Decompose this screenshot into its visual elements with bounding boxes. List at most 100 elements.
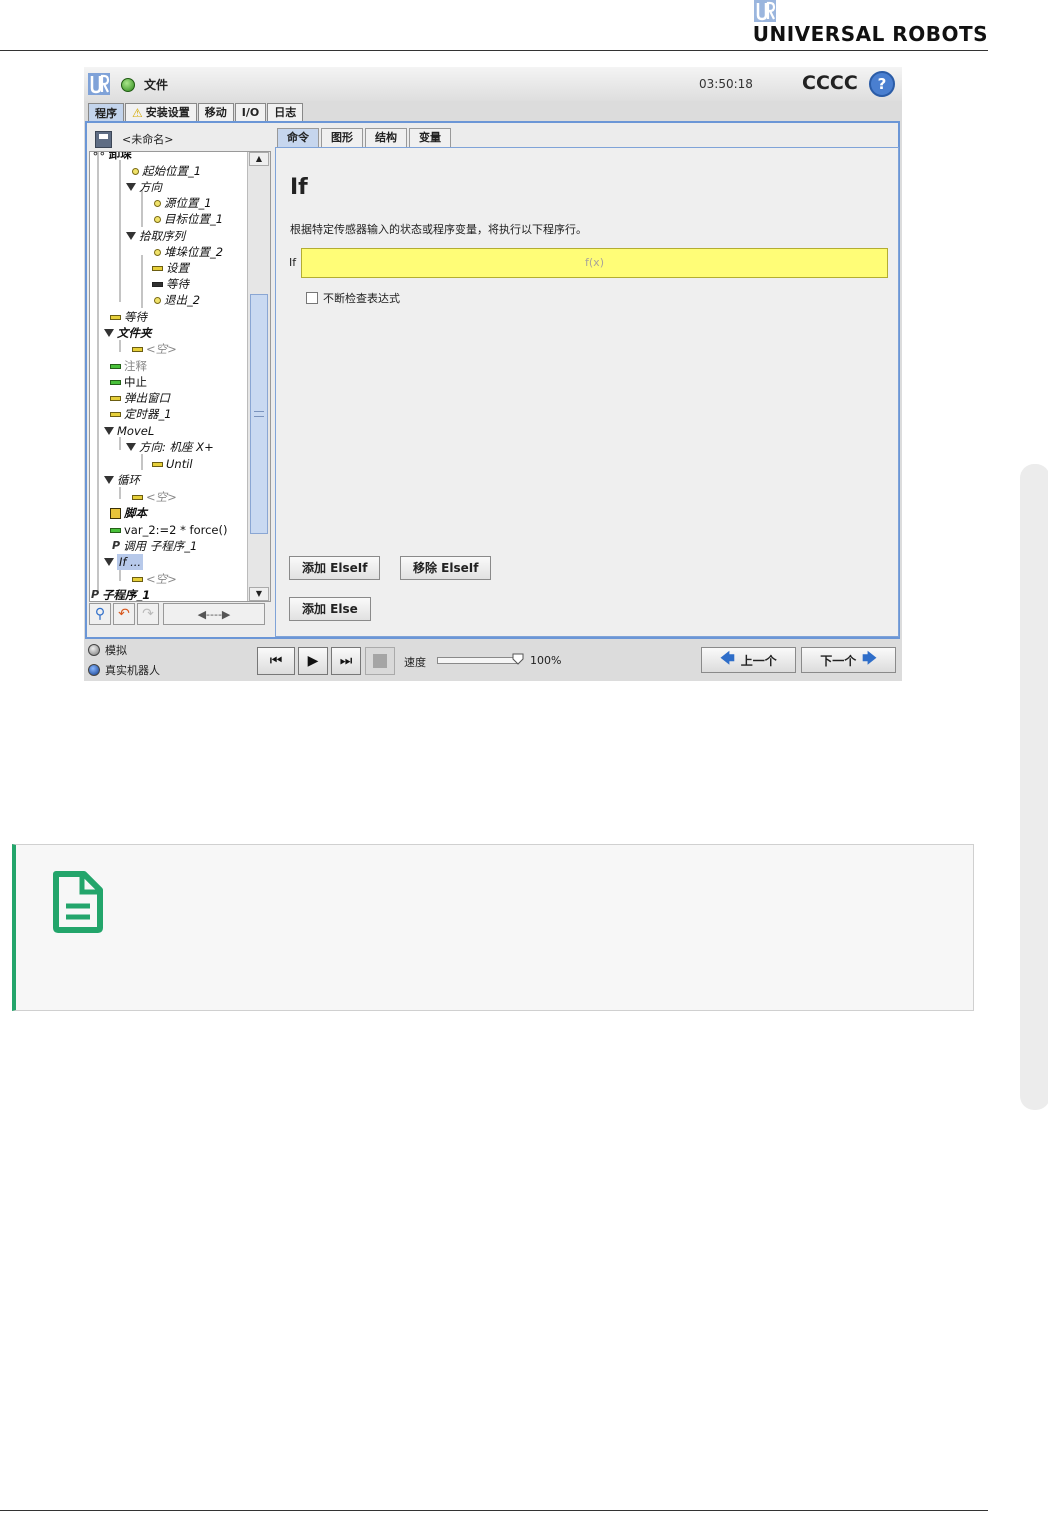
- tab-command[interactable]: 命令: [277, 128, 319, 147]
- tree-item-if[interactable]: If ...: [104, 554, 144, 570]
- tab-variables[interactable]: 变量: [409, 128, 451, 147]
- tab-move[interactable]: 移动: [197, 103, 234, 122]
- tree-item-subprogram[interactable]: P 子程序_1: [91, 587, 150, 601]
- tree-item-label: 退出_2: [164, 293, 201, 307]
- tree-item-movel[interactable]: MoveL: [104, 423, 154, 439]
- help-button[interactable]: ?: [869, 71, 895, 97]
- folder-triangle-icon: [126, 232, 136, 240]
- speed-value: 100%: [530, 654, 562, 667]
- rewind-icon: ⏮: [269, 653, 283, 669]
- tree-item-folder[interactable]: 文件夹: [104, 325, 152, 341]
- previous-button[interactable]: 🡄 上一个: [701, 647, 796, 673]
- continuous-check-checkbox[interactable]: [306, 292, 318, 304]
- tree-item-label: 目标位置_1: [164, 212, 224, 226]
- command-icon: [152, 461, 163, 467]
- tree-item-label: 方向: [139, 180, 162, 194]
- redo-icon[interactable]: ↷: [137, 603, 159, 625]
- tree-item-start-position[interactable]: 起始位置_1: [132, 163, 201, 179]
- tree-item-assignment[interactable]: var_2:=2 * force(): [110, 522, 227, 538]
- speed-thumb-icon[interactable]: [512, 653, 524, 665]
- move-node-icon[interactable]: ◀----▶: [163, 603, 265, 625]
- waypoint-icon: [154, 296, 161, 304]
- tree-item-label: var_2:=2 * force(): [124, 523, 228, 537]
- arrow-right-icon: 🡆: [862, 651, 877, 667]
- add-elseif-button[interactable]: 添加 ElseIf: [289, 556, 381, 580]
- tab-installation[interactable]: ⚠ 安装设置: [125, 103, 197, 122]
- step-button[interactable]: ⏭: [331, 647, 361, 675]
- tree-item-loop[interactable]: 循环: [104, 472, 140, 488]
- tree-item-target-position[interactable]: 目标位置_1: [154, 211, 223, 227]
- scroll-down-icon[interactable]: ▼: [249, 587, 269, 601]
- tab-label: I/O: [241, 106, 260, 119]
- tree-item-label: 方向: 机座 X+: [139, 440, 214, 454]
- tree-item-exit[interactable]: 退出_2: [154, 292, 200, 308]
- scroll-thumb[interactable]: [250, 294, 268, 534]
- previous-label: 上一个: [740, 653, 777, 668]
- tab-structure[interactable]: 结构: [365, 128, 407, 147]
- add-else-button[interactable]: 添加 Else: [289, 597, 371, 621]
- tree-item-empty[interactable]: <空>: [132, 489, 177, 505]
- tree-item-call-subprogram[interactable]: P 调用 子程序_1: [112, 538, 197, 554]
- tree-item-halt[interactable]: 中止: [110, 374, 147, 390]
- tree-item-stack-position[interactable]: 堆垛位置_2: [154, 244, 223, 260]
- pallet-icon: ∘∘: [92, 151, 106, 160]
- robot-status-icon: [121, 78, 135, 92]
- tree-item-depalletize[interactable]: ∘∘ 卸垛: [92, 151, 132, 162]
- tree-item-source-position[interactable]: 源位置_1: [154, 195, 212, 211]
- tree-item-label: 源位置_1: [164, 196, 212, 210]
- subprogram-icon: P: [91, 588, 100, 601]
- expression-field[interactable]: f(x): [301, 248, 888, 278]
- tree-item-pick-sequence[interactable]: 拾取序列: [126, 228, 185, 244]
- play-button[interactable]: ▶: [298, 647, 328, 675]
- remove-elseif-button[interactable]: 移除 ElseIf: [400, 556, 492, 580]
- scroll-up-icon[interactable]: ▲: [249, 152, 269, 166]
- tree-item-script[interactable]: 脚本: [110, 505, 147, 521]
- tree-item-label: 起始位置_1: [142, 164, 202, 178]
- tree-item-wait[interactable]: 等待: [152, 276, 189, 292]
- tree-item-label: 卸垛: [108, 151, 132, 161]
- tree-item-empty[interactable]: <空>: [132, 571, 177, 587]
- command-panel: If 根据特定传感器输入的状态或程序变量，将执行以下程序行。 If f(x) 不…: [275, 147, 899, 637]
- tree-item-set[interactable]: 设置: [152, 260, 189, 276]
- tab-graphics[interactable]: 图形: [321, 128, 363, 147]
- command-icon: [152, 281, 163, 287]
- simulation-radio[interactable]: [88, 644, 100, 656]
- command-icon: [110, 527, 121, 533]
- tab-program[interactable]: 程序: [88, 103, 124, 123]
- ur-logo-icon: [754, 0, 776, 22]
- tree-toolbar: ⚲ ↶ ↷ ◀----▶: [89, 603, 265, 627]
- command-icon: [110, 411, 121, 417]
- tab-io[interactable]: I/O: [234, 103, 267, 122]
- tree-item-timer[interactable]: 定时器_1: [110, 406, 172, 422]
- mode-simulation[interactable]: 模拟: [88, 642, 127, 658]
- speed-slider[interactable]: [437, 653, 524, 665]
- mode-real-robot[interactable]: 真实机器人: [88, 662, 160, 678]
- tree-item-wait[interactable]: 等待: [110, 309, 147, 325]
- tree-item-direction[interactable]: 方向: [126, 179, 162, 195]
- undo-icon[interactable]: ↶: [113, 603, 135, 625]
- command-description: 根据特定传感器输入的状态或程序变量，将执行以下程序行。: [290, 223, 587, 236]
- tab-label: 程序: [95, 106, 117, 120]
- real-robot-radio[interactable]: [88, 664, 100, 676]
- tree-item-direction-base[interactable]: 方向: 机座 X+: [126, 439, 214, 455]
- folder-triangle-icon: [104, 558, 114, 566]
- next-button[interactable]: 下一个 🡆: [801, 647, 896, 673]
- top-bar: 文件 03:50:18 CCCC ?: [84, 67, 902, 101]
- play-icon: ▶: [307, 653, 319, 669]
- search-icon[interactable]: ⚲: [89, 603, 111, 625]
- save-icon[interactable]: [95, 130, 112, 148]
- file-menu[interactable]: 文件: [144, 76, 168, 93]
- tab-log[interactable]: 日志: [267, 103, 304, 122]
- rewind-button[interactable]: ⏮: [257, 647, 295, 675]
- tree-scrollbar[interactable]: ▲ ▼: [247, 152, 270, 601]
- tree-item-comment[interactable]: 注释: [110, 358, 147, 374]
- tree-item-empty[interactable]: <空>: [132, 341, 177, 357]
- stop-button[interactable]: [365, 647, 395, 675]
- tree-item-until[interactable]: Until: [152, 456, 193, 472]
- continuous-check-row[interactable]: 不断检查表达式: [306, 290, 400, 306]
- tree-item-popup[interactable]: 弹出窗口: [110, 390, 170, 406]
- tree-item-label: If ...: [117, 554, 144, 570]
- tree-item-label: <空>: [146, 490, 177, 504]
- clock: 03:50:18: [699, 77, 753, 91]
- command-icon: [132, 346, 143, 352]
